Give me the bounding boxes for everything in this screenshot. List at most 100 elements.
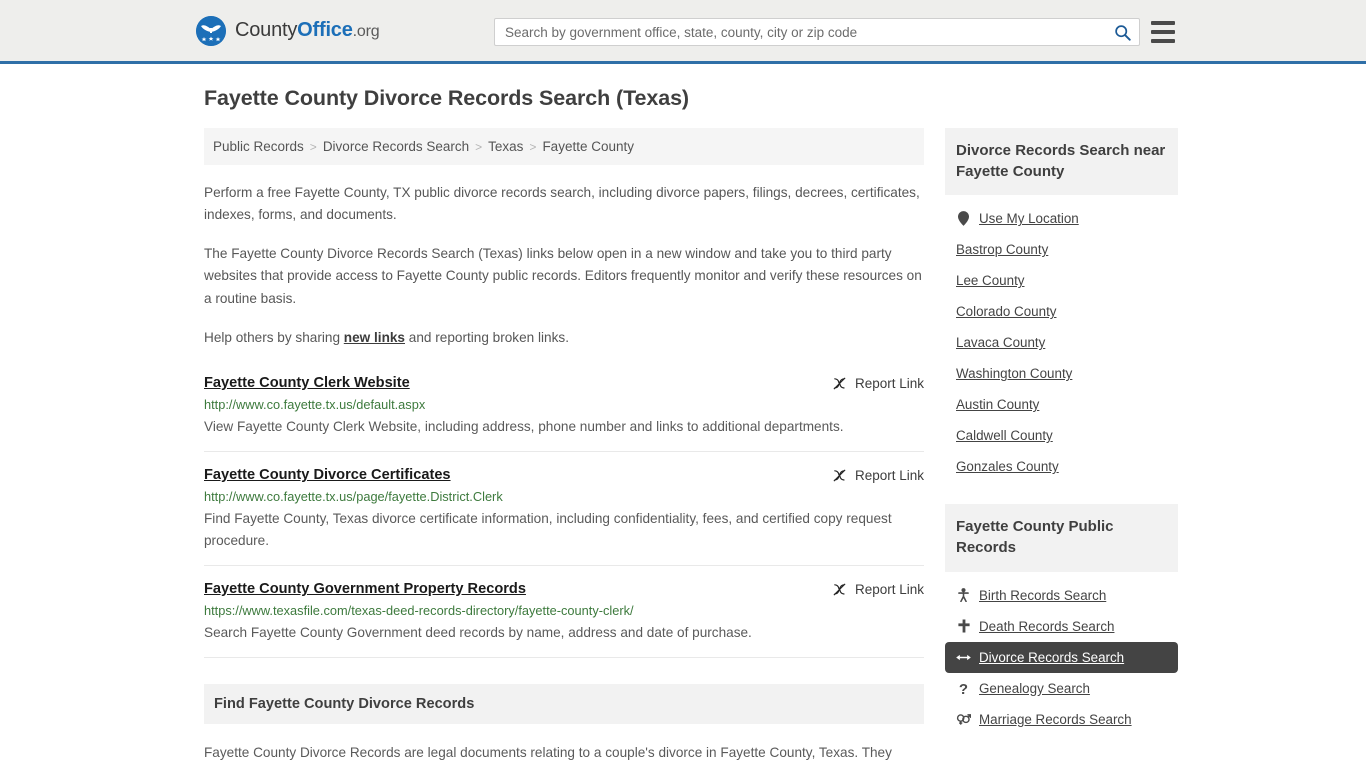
sidebar-item-bastrop-county[interactable]: Bastrop County: [945, 234, 1178, 265]
sidebar-item-genealogy-search[interactable]: ? Genealogy Search: [945, 673, 1178, 704]
panel-public-records: Fayette County Public Records Birth Reco…: [945, 504, 1178, 734]
sidebar-link-label[interactable]: Divorce Records Search: [979, 650, 1124, 665]
result-url: http://www.co.fayette.tx.us/page/fayette…: [204, 488, 503, 504]
broken-link-icon: [833, 377, 846, 390]
intro-paragraph-3: Help others by sharing new links and rep…: [204, 327, 924, 349]
intro-p3-before: Help others by sharing: [204, 329, 344, 345]
broken-link-icon: [833, 469, 846, 482]
report-link-label: Report Link: [854, 467, 924, 483]
hamburger-menu-icon[interactable]: [1151, 21, 1175, 43]
site-header: CountyOffice.org: [0, 0, 1366, 64]
result-description: View Fayette County Clerk Website, inclu…: [204, 418, 844, 434]
hamburger-bar: [1151, 39, 1175, 43]
find-records-heading: Find Fayette County Divorce Records: [204, 684, 924, 724]
panel-public-records-heading: Fayette County Public Records: [945, 504, 1178, 572]
result-url: https://www.texasfile.com/texas-deed-rec…: [204, 602, 634, 618]
result-title-link[interactable]: Fayette County Clerk Website: [204, 375, 410, 391]
sidebar-link-label[interactable]: Genealogy Search: [979, 681, 1090, 696]
sidebar-item-lavaca-county[interactable]: Lavaca County: [945, 327, 1178, 358]
male-female-icon: [956, 712, 971, 726]
cross-icon: [956, 619, 971, 633]
page-title: Fayette County Divorce Records Search (T…: [204, 86, 689, 110]
result-header: Fayette County Clerk Website Report Link: [204, 375, 924, 391]
result-title-link[interactable]: Fayette County Divorce Certificates: [204, 467, 451, 483]
report-link-label: Report Link: [854, 581, 924, 597]
sidebar-item-gonzales-county[interactable]: Gonzales County: [945, 451, 1178, 482]
result-description: Find Fayette County, Texas divorce certi…: [204, 510, 892, 548]
brand-part-county: County: [235, 19, 298, 41]
result-header: Fayette County Government Property Recor…: [204, 581, 924, 597]
result-item: Fayette County Clerk Website Report Link…: [204, 375, 924, 452]
sidebar-link-label[interactable]: Use My Location: [979, 211, 1079, 226]
site-logo-text: CountyOffice.org: [235, 19, 380, 42]
sidebar-item-birth-records-search[interactable]: Birth Records Search: [945, 580, 1178, 611]
sidebar-item-lee-county[interactable]: Lee County: [945, 265, 1178, 296]
sidebar-link-label[interactable]: Lee County: [956, 273, 1025, 288]
report-link-button[interactable]: Report Link: [832, 581, 924, 597]
panel-nearby-heading: Divorce Records Search near Fayette Coun…: [945, 128, 1178, 196]
search-button[interactable]: [1105, 19, 1139, 45]
content-row: Public Records > Divorce Records Search …: [204, 128, 1178, 768]
hamburger-bar: [1151, 21, 1175, 25]
intro-p3-after: and reporting broken links.: [405, 329, 569, 345]
breadcrumb-item-divorce-records-search[interactable]: Divorce Records Search: [323, 139, 469, 154]
panel-public-records-list: Birth Records Search Death Records Searc…: [945, 572, 1178, 735]
report-link-button[interactable]: Report Link: [832, 467, 924, 483]
svg-text:?: ?: [959, 681, 968, 696]
panel-nearby-list: Use My Location Bastrop County Lee Count…: [945, 195, 1178, 482]
sidebar-link-label[interactable]: Birth Records Search: [979, 588, 1106, 603]
breadcrumb-item-fayette-county[interactable]: Fayette County: [542, 139, 634, 154]
sidebar-link-label[interactable]: Washington County: [956, 366, 1072, 381]
result-header: Fayette County Divorce Certificates Repo…: [204, 467, 924, 483]
sidebar-item-divorce-records-search[interactable]: Divorce Records Search: [945, 641, 1178, 673]
new-links-link[interactable]: new links: [344, 330, 405, 345]
result-item: Fayette County Divorce Certificates Repo…: [204, 467, 924, 566]
search-icon: [1114, 24, 1131, 41]
result-item: Fayette County Government Property Recor…: [204, 581, 924, 658]
broken-link-icon: [833, 583, 846, 596]
sidebar-item-use-my-location[interactable]: Use My Location: [945, 203, 1178, 234]
breadcrumb-item-public-records[interactable]: Public Records: [213, 139, 304, 154]
eagle-seal-icon: [196, 15, 226, 46]
results-list: Fayette County Clerk Website Report Link…: [204, 375, 924, 658]
sidebar-item-washington-county[interactable]: Washington County: [945, 358, 1178, 389]
arrows-left-right-icon: [956, 652, 971, 663]
search-input[interactable]: [495, 24, 1105, 40]
hamburger-bar: [1151, 30, 1175, 34]
report-link-button[interactable]: Report Link: [832, 375, 924, 391]
result-url: http://www.co.fayette.tx.us/default.aspx: [204, 396, 426, 412]
breadcrumb: Public Records > Divorce Records Search …: [204, 128, 924, 165]
find-records-body: Fayette County Divorce Records are legal…: [204, 742, 924, 768]
intro-paragraph-1: Perform a free Fayette County, TX public…: [204, 185, 920, 223]
brand-part-org: .org: [352, 23, 380, 40]
result-description: Search Fayette County Government deed re…: [204, 624, 752, 640]
sidebar-item-death-records-search[interactable]: Death Records Search: [945, 611, 1178, 642]
sidebar-item-colorado-county[interactable]: Colorado County: [945, 296, 1178, 327]
sidebar-link-label[interactable]: Death Records Search: [979, 619, 1114, 634]
main-column: Public Records > Divorce Records Search …: [204, 128, 924, 768]
sidebar-item-caldwell-county[interactable]: Caldwell County: [945, 420, 1178, 451]
sidebar-item-marriage-records-search[interactable]: Marriage Records Search: [945, 704, 1178, 735]
panel-nearby-counties: Divorce Records Search near Fayette Coun…: [945, 128, 1178, 482]
search-bar[interactable]: [494, 18, 1140, 46]
report-link-label: Report Link: [854, 375, 924, 391]
sidebar-link-label[interactable]: Colorado County: [956, 304, 1057, 319]
result-title-link[interactable]: Fayette County Government Property Recor…: [204, 581, 526, 597]
sidebar-item-austin-county[interactable]: Austin County: [945, 389, 1178, 420]
brand-part-office: Office: [297, 19, 353, 41]
sidebar-link-label[interactable]: Caldwell County: [956, 428, 1053, 443]
sidebar: Divorce Records Search near Fayette Coun…: [945, 128, 1178, 768]
sidebar-link-label[interactable]: Bastrop County: [956, 242, 1048, 257]
site-logo[interactable]: CountyOffice.org: [196, 15, 380, 46]
sidebar-link-label[interactable]: Marriage Records Search: [979, 712, 1132, 727]
map-pin-icon: [956, 211, 971, 227]
breadcrumb-separator: >: [475, 139, 483, 154]
sidebar-link-label[interactable]: Lavaca County: [956, 335, 1045, 350]
baby-icon: [956, 588, 971, 603]
breadcrumb-item-texas[interactable]: Texas: [488, 139, 523, 154]
intro-paragraph-2: The Fayette County Divorce Records Searc…: [204, 246, 922, 306]
sidebar-link-label[interactable]: Gonzales County: [956, 459, 1059, 474]
question-mark-icon: ?: [956, 681, 971, 696]
sidebar-link-label[interactable]: Austin County: [956, 397, 1039, 412]
breadcrumb-separator: >: [529, 139, 537, 154]
